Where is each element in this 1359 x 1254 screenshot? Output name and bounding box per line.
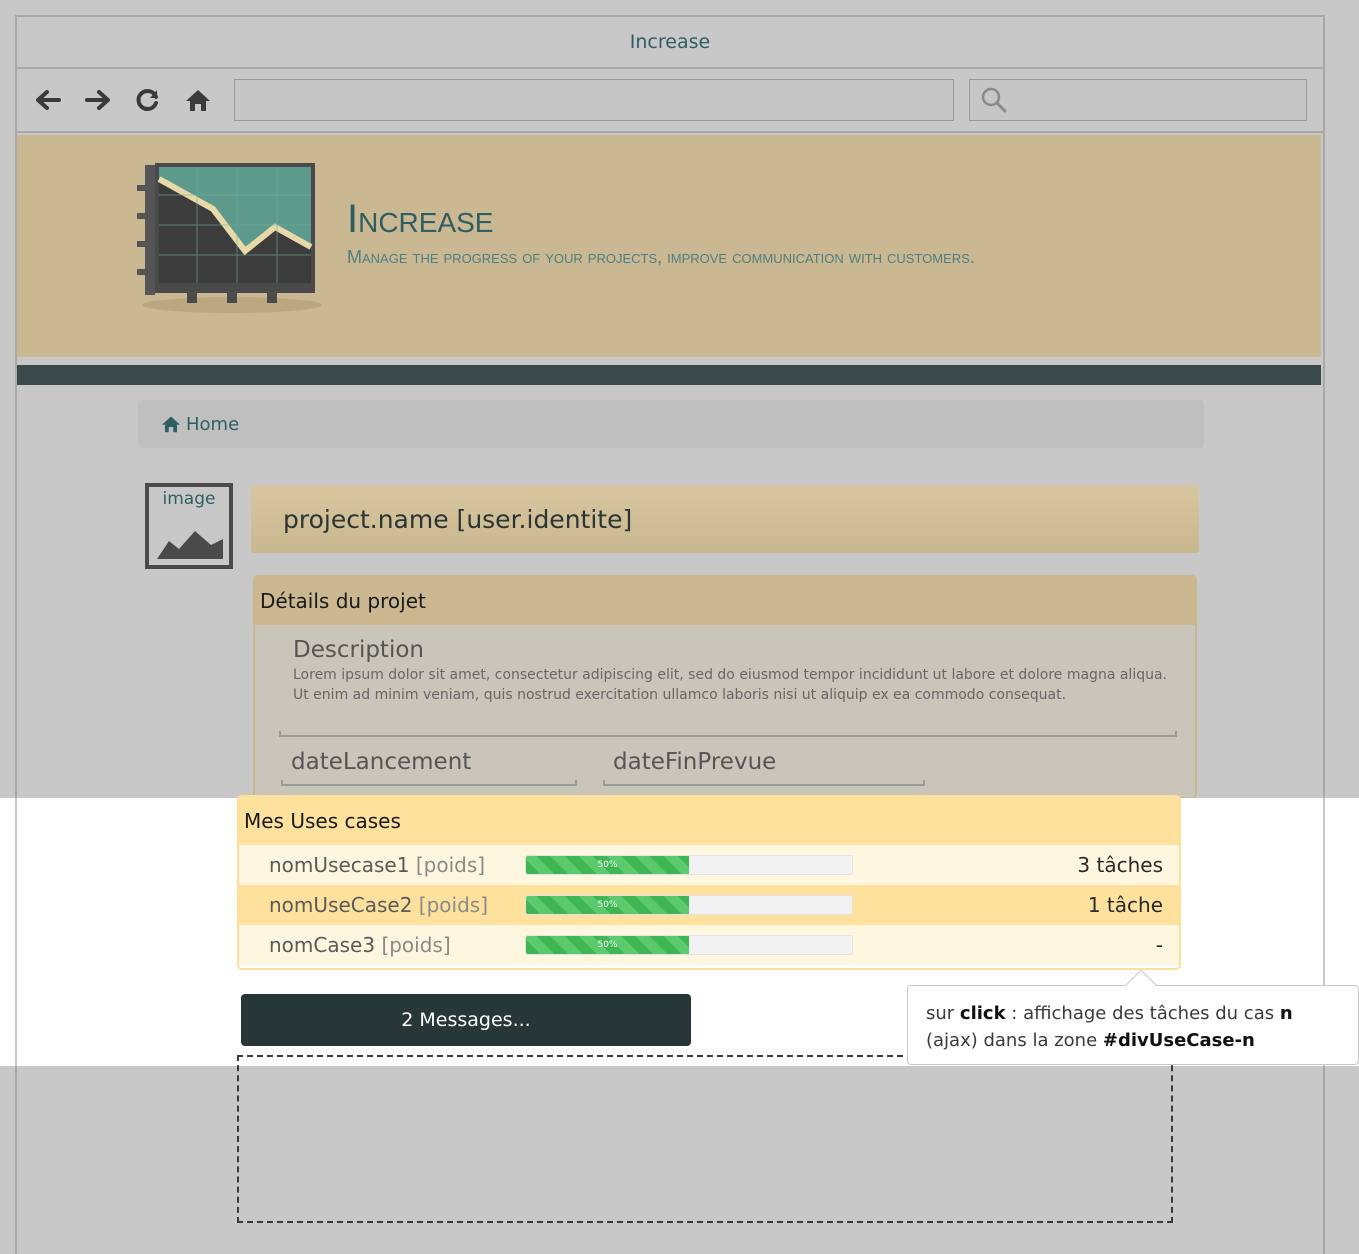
usecase-progress-fill: 50% [526,856,689,874]
usecase-name: nomCase3 [poids] [269,933,451,957]
date-start-field[interactable]: dateLancement [291,749,471,775]
home-icon[interactable] [181,83,215,117]
back-arrow-icon[interactable] [31,83,65,117]
usecase-progress-fill: 50% [526,936,689,954]
tooltip-zone: #divUseCase-n [1102,1030,1255,1051]
usecase-row[interactable]: nomUseCase2 [poids] 50% 1 tâche [239,885,1179,925]
site-banner: Increase Manage the progress of your pro… [17,135,1321,357]
project-image: image [145,483,233,569]
usecase-poids: [poids] [381,933,451,957]
description-text: Lorem ipsum dolor sit amet, consectetur … [293,667,1167,703]
breadcrumb-home-link[interactable]: Home [186,414,239,435]
usecase-row[interactable]: nomCase3 [poids] 50% - [239,925,1179,965]
date-end-underline [603,780,925,786]
brand-title: Increase [347,197,494,241]
usecase-progress-bar: 50% [525,855,853,875]
description-field-underline [279,731,1177,737]
url-input[interactable] [234,79,954,121]
tooltip-click: click [959,1003,1006,1024]
usecase-task-count: 3 tâches [1077,853,1163,877]
usecase-progress-bar: 50% [525,935,853,955]
usecase-row[interactable]: nomUsecase1 [poids] 50% 3 tâches [239,845,1179,885]
usecase-detail-zone [237,1055,1173,1223]
image-label: image [162,489,216,509]
tooltip-text: (ajax) dans la zone [926,1030,1103,1051]
usecase-name-text: nomUseCase2 [269,893,413,917]
search-icon [980,86,1008,118]
usecase-task-count: - [1155,933,1163,957]
nav-bar [17,365,1321,385]
usecase-progress-bar: 50% [525,895,853,915]
search-input[interactable] [969,79,1307,121]
messages-button[interactable]: 2 Messages... [241,994,691,1046]
project-title: project.name [user.identite] [251,485,1199,553]
date-end-field[interactable]: dateFinPrevue [613,749,776,775]
details-title: Détails du projet [255,577,1195,625]
description-label: Description [293,637,424,663]
usecase-name: nomUsecase1 [poids] [269,853,485,877]
usecase-name: nomUseCase2 [poids] [269,893,488,917]
usecases-panel: Mes Uses cases nomUsecase1 [poids] 50% 3 t… [237,795,1181,970]
brand-subtitle: Manage the progress of your projects, im… [347,247,975,267]
tooltip-text: sur [926,1003,960,1024]
forward-arrow-icon[interactable] [81,83,115,117]
date-start-underline [281,780,577,786]
reload-icon[interactable] [131,83,165,117]
tooltip: sur click : affichage des tâches du cas … [907,969,1359,1065]
usecase-poids: [poids] [415,853,486,877]
image-icon [157,531,223,559]
home-icon [160,415,182,433]
usecase-task-count: 1 tâche [1087,893,1163,917]
usecase-progress-fill: 50% [526,896,689,914]
usecase-name-text: nomUsecase1 [269,853,410,877]
project-details-panel: Détails du projet Description Lorem ipsu… [253,575,1197,799]
window-title: Increase [17,17,1323,69]
usecases-title: Mes Uses cases [239,797,1179,845]
tooltip-n: n [1279,1003,1293,1024]
tooltip-text: : affichage des tâches du cas [1005,1003,1280,1024]
breadcrumb: Home [138,400,1204,448]
usecase-poids: [poids] [418,893,489,917]
usecase-name-text: nomCase3 [269,933,376,957]
chart-logo-icon [137,155,327,319]
